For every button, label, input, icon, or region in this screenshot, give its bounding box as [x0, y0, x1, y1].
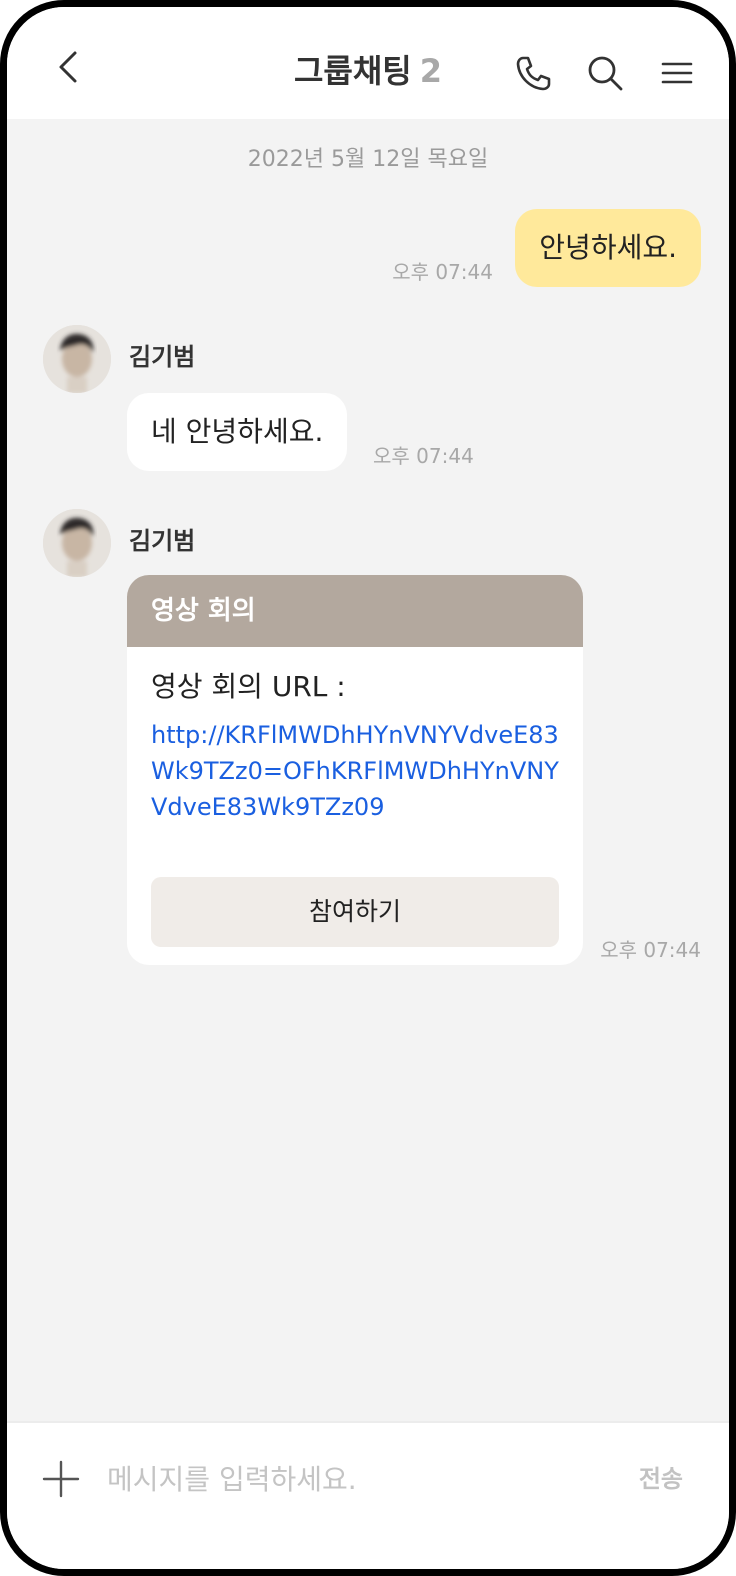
member-count: 2 [419, 52, 443, 90]
avatar[interactable] [43, 509, 111, 577]
send-button[interactable]: 전송 [639, 1463, 683, 1495]
attach-button[interactable] [41, 1459, 81, 1499]
sender-name: 김기범 [129, 343, 196, 371]
message-input-bar: 전송 [7, 1421, 729, 1569]
phone-icon [516, 56, 551, 91]
message-time: 오후 07:44 [373, 444, 474, 468]
join-meeting-button[interactable]: 참여하기 [151, 877, 559, 947]
meeting-url-label: 영상 회의 URL : [151, 670, 346, 703]
menu-button[interactable] [655, 51, 699, 95]
call-button[interactable] [511, 51, 555, 95]
phone-frame: 그룹채팅2 2022년 5월 12일 목요일 안녕하세요. 오후 07:44 [0, 0, 736, 1576]
message-input[interactable] [107, 1451, 587, 1507]
card-header: 영상 회의 [127, 575, 583, 647]
avatar[interactable] [43, 325, 111, 393]
profile-photo [43, 325, 111, 393]
sender-name: 김기범 [129, 527, 196, 555]
search-icon [588, 56, 623, 91]
hamburger-menu-icon [661, 62, 693, 84]
message-time: 오후 07:44 [392, 260, 493, 284]
search-button[interactable] [583, 51, 627, 95]
chat-header: 그룹채팅 2 [7, 7, 729, 119]
video-meeting-card: 영상 회의 영상 회의 URL : http://KRFlMWDhHYnVNYV… [127, 575, 583, 965]
my-message-bubble[interactable]: 안녕하세요. [515, 209, 701, 287]
date-divider: 2022년 5월 12일 목요일 [247, 147, 489, 172]
other-message-bubble[interactable]: 네 안녕하세요. [127, 393, 348, 471]
plus-icon [42, 1460, 80, 1498]
meeting-url-link[interactable]: http://KRFlMWDhHYnVNYVdveE83Wk9TZz0=OFhK… [151, 717, 563, 825]
chat-title-text: 그룹채팅 [293, 52, 412, 90]
profile-photo [43, 509, 111, 577]
message-time: 오후 07:44 [600, 938, 701, 962]
